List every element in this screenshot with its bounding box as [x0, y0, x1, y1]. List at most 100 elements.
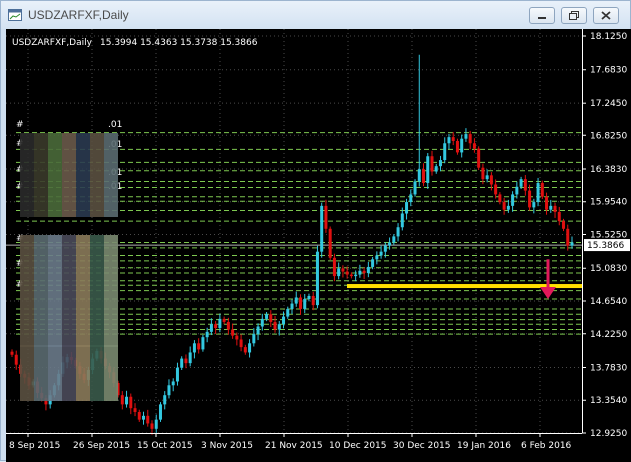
pixel-cell — [62, 319, 76, 333]
pixel-cell — [90, 359, 104, 373]
close-button[interactable] — [593, 7, 619, 24]
candle-body — [201, 337, 205, 350]
pixel-cell — [62, 147, 76, 161]
time-tick-label: 8 Sep 2015 — [9, 441, 60, 451]
minimize-button[interactable] — [529, 7, 555, 24]
pixel-cell — [104, 133, 118, 147]
candle-body — [307, 295, 311, 300]
pixel-cell — [34, 133, 48, 147]
candle-body — [515, 186, 519, 195]
candle-body — [455, 140, 459, 153]
candle-body — [362, 270, 366, 274]
pixel-cell — [76, 291, 90, 305]
pixel-cell — [62, 249, 76, 263]
pixel-cell — [34, 203, 48, 217]
candle-body — [125, 396, 129, 405]
pixel-cell — [48, 277, 62, 291]
candle-body — [489, 175, 493, 185]
candle-body — [545, 196, 549, 210]
pixel-cell — [62, 305, 76, 319]
candle-body — [150, 423, 154, 429]
candle-body — [290, 303, 294, 309]
pixel-cell — [104, 387, 118, 401]
pixel-cell — [62, 345, 76, 359]
pixel-cell — [20, 277, 34, 291]
candle-body — [14, 354, 18, 365]
pixel-cell — [62, 235, 76, 249]
price-tick-label: 15.0830 — [590, 264, 627, 274]
pixel-cell — [34, 147, 48, 161]
pixel-cell — [34, 387, 48, 401]
candle-body — [426, 156, 430, 183]
pixel-cell — [76, 189, 90, 203]
candle-body — [256, 326, 260, 335]
pixel-cell — [90, 203, 104, 217]
pixel-cell — [48, 189, 62, 203]
time-tick-label: 30 Dec 2015 — [393, 441, 451, 451]
candle-body — [405, 202, 409, 214]
pixel-cell — [34, 373, 48, 387]
time-tick-label: 3 Nov 2015 — [201, 441, 253, 451]
candle-body — [468, 134, 472, 144]
price-tick-label: 16.3830 — [590, 165, 627, 175]
minimize-icon — [538, 17, 546, 19]
pixel-cell — [104, 277, 118, 291]
pixel-cell — [90, 319, 104, 333]
chart-area[interactable]: #.01#.01#.01#.01### 18.125017.683017.245… — [6, 29, 631, 462]
pixel-cell — [104, 175, 118, 189]
pixel-cell — [34, 333, 48, 347]
maximize-button[interactable] — [561, 7, 587, 24]
pixel-cell — [20, 263, 34, 277]
candle-body — [532, 202, 536, 208]
pixel-cell — [90, 147, 104, 161]
candle-body — [371, 259, 375, 267]
time-tick-label: 15 Oct 2015 — [137, 441, 193, 451]
candle-body — [562, 221, 566, 229]
pixel-cell — [104, 305, 118, 319]
pixel-cell — [48, 203, 62, 217]
pixel-cell — [104, 235, 118, 249]
time-tick-label: 6 Feb 2016 — [521, 441, 572, 451]
pixel-cell — [62, 359, 76, 373]
candle-body — [218, 318, 222, 329]
pixel-cell — [34, 161, 48, 175]
pixel-cell — [76, 333, 90, 347]
down-arrow — [540, 259, 556, 300]
pixel-cell — [34, 359, 48, 373]
candle-body — [498, 194, 502, 203]
pixel-cell — [20, 147, 34, 161]
pixel-cell — [34, 345, 48, 359]
pixel-cell — [20, 189, 34, 203]
arrow-head — [540, 287, 556, 300]
pixel-cell — [48, 359, 62, 373]
pixel-cell — [76, 305, 90, 319]
price-chart[interactable]: #.01#.01#.01#.01### 18.125017.683017.245… — [6, 29, 631, 462]
candle-body — [481, 167, 485, 180]
title-bar[interactable]: USDZARFXF,Daily — [1, 1, 630, 29]
candle-body — [328, 228, 332, 258]
pixel-cell — [76, 161, 90, 175]
price-tick-label: 15.9540 — [590, 198, 627, 208]
candle-body — [528, 190, 532, 208]
candle-body — [286, 308, 290, 317]
candle-body — [379, 251, 383, 256]
pixel-cell — [90, 175, 104, 189]
current-price-tag: 15.3866 — [584, 239, 630, 252]
candle-body — [430, 156, 434, 172]
candle-body — [451, 137, 455, 141]
price-tick-label: 16.8250 — [590, 131, 627, 141]
candle-body — [231, 329, 235, 336]
pixel-cell — [62, 333, 76, 347]
candle-body — [214, 324, 218, 329]
candle-body — [320, 205, 324, 252]
price-tick-label: 17.2450 — [590, 99, 627, 109]
candle-body — [506, 205, 510, 210]
pixel-cell — [34, 291, 48, 305]
pixel-cell — [62, 263, 76, 277]
pixel-cell — [48, 319, 62, 333]
time-tick-label: 21 Nov 2015 — [265, 441, 323, 451]
pixel-cell — [48, 249, 62, 263]
pixel-cell — [76, 373, 90, 387]
pixel-cell — [48, 175, 62, 189]
candle-body — [265, 314, 269, 319]
